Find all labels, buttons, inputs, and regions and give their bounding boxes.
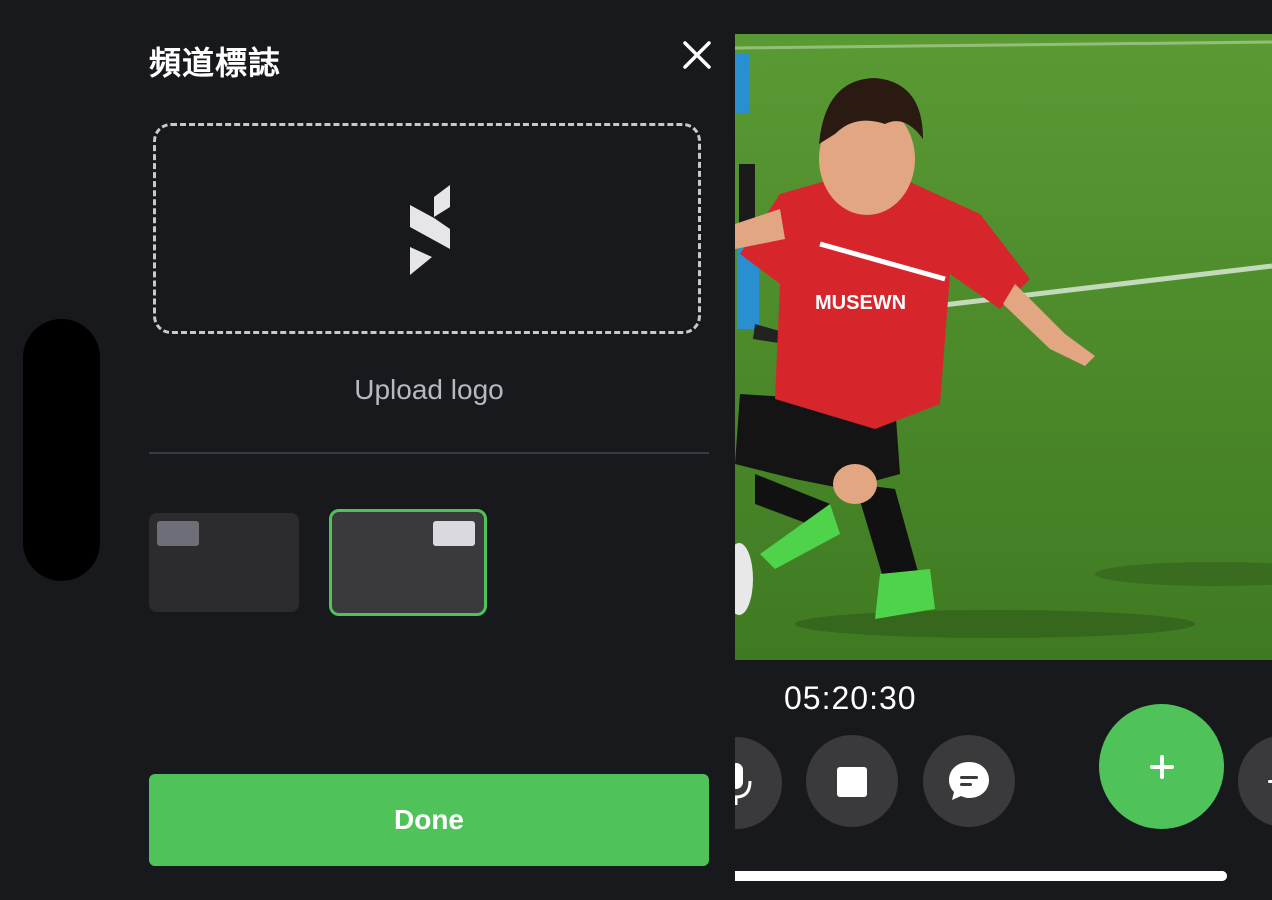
logo-position-marker	[157, 521, 199, 546]
svg-text:MUSEWN: MUSEWN	[815, 292, 906, 314]
stop-button[interactable]	[806, 735, 898, 827]
side-drag-handle[interactable]	[23, 319, 100, 581]
mic-icon	[735, 763, 752, 805]
recording-timer: 05:20:30	[784, 680, 917, 716]
stop-icon	[837, 767, 867, 797]
upload-logo-label[interactable]: Upload logo	[149, 374, 709, 406]
close-button[interactable]	[678, 36, 716, 74]
camera-preview: MUSEWN	[735, 34, 1272, 660]
chat-button[interactable]	[923, 735, 1015, 827]
soccer-player-image: MUSEWN	[735, 34, 1272, 660]
plus-icon	[1150, 755, 1174, 779]
logo-position-marker	[433, 521, 475, 546]
screen: MUSEWN 05:20:30 頻道標誌 Upload logo Done	[0, 0, 1272, 900]
logo-position-top-right[interactable]	[329, 509, 487, 616]
more-icon	[1268, 780, 1272, 783]
chat-icon	[949, 762, 989, 800]
done-button[interactable]: Done	[149, 774, 709, 866]
app-logo-icon	[410, 185, 450, 275]
sheet-title: 頻道標誌	[149, 44, 282, 82]
mic-button-visible-part[interactable]	[735, 737, 781, 829]
close-icon	[683, 41, 711, 69]
logo-upload-zone[interactable]	[153, 123, 701, 334]
add-button[interactable]	[1099, 704, 1224, 829]
more-button[interactable]	[1238, 735, 1272, 827]
logo-position-top-left[interactable]	[149, 513, 299, 612]
home-indicator-visible	[735, 871, 1227, 881]
divider	[149, 452, 709, 454]
channel-logo-sheet: 頻道標誌 Upload logo Done	[0, 0, 735, 900]
